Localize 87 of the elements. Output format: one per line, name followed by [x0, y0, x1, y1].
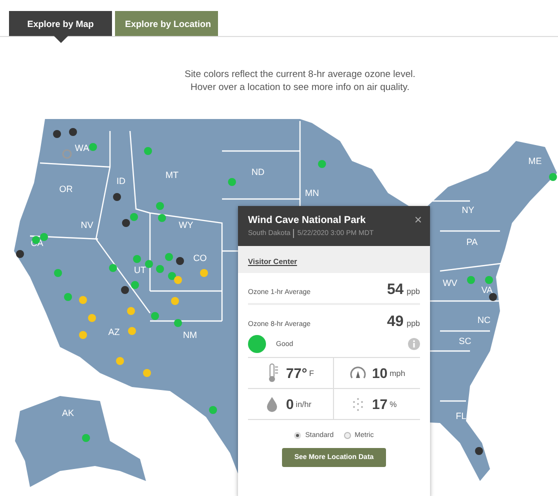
site-dot[interactable] — [131, 281, 139, 289]
site-dot[interactable] — [549, 173, 557, 181]
site-dot[interactable] — [174, 319, 182, 327]
site-dot[interactable] — [16, 250, 24, 258]
site-dot[interactable] — [200, 269, 208, 277]
state-label: NV — [80, 220, 94, 230]
state-label: FL — [456, 411, 466, 421]
popup-title: Wind Cave National Park — [248, 214, 366, 226]
site-dot[interactable] — [82, 434, 90, 442]
caption-text: Hover over a location to see more info on air quality. — [190, 81, 410, 94]
state-label: SC — [458, 336, 472, 346]
weather-value: 10 — [372, 365, 388, 381]
site-dot[interactable] — [54, 269, 62, 277]
site-dot[interactable] — [176, 257, 184, 265]
site-dot[interactable] — [79, 296, 87, 304]
site-dot[interactable] — [127, 307, 135, 315]
site-dot[interactable] — [144, 147, 152, 155]
site-dot[interactable] — [133, 255, 141, 263]
state-label: MT — [166, 170, 178, 180]
state-label: MN — [305, 188, 319, 198]
site-dot[interactable] — [158, 214, 166, 222]
state-label: AZ — [108, 327, 120, 337]
site-dot[interactable] — [165, 253, 173, 261]
state-label: CO — [193, 253, 207, 263]
site-dot[interactable] — [109, 264, 117, 272]
state-label: NC — [478, 315, 490, 325]
weather-unit: in/hr — [296, 400, 312, 408]
state-label: OR — [59, 184, 73, 194]
reading-unit: ppb — [406, 319, 420, 328]
site-dot[interactable] — [485, 276, 493, 284]
state-label: WY — [178, 220, 194, 230]
site-dot[interactable] — [88, 314, 96, 322]
site-dot[interactable] — [130, 213, 138, 221]
site-dot[interactable] — [151, 312, 159, 320]
tab-pointer-icon — [54, 36, 68, 43]
weather-unit: mph — [390, 368, 406, 378]
state-label: WA — [74, 143, 90, 153]
site-dot[interactable] — [174, 276, 182, 284]
state-label: ME — [528, 156, 542, 166]
state-label: NY — [462, 205, 474, 215]
reading-unit: ppb — [406, 287, 420, 296]
weather-value: 0 — [286, 396, 294, 412]
site-dot[interactable] — [228, 178, 236, 186]
site-dot[interactable] — [467, 276, 475, 284]
site-dot[interactable] — [40, 233, 48, 241]
tab[interactable]: Explore by Location — [115, 11, 218, 36]
state-label: NM — [183, 330, 197, 340]
reading-value: 49 — [386, 313, 404, 330]
site-dot[interactable] — [121, 286, 129, 294]
close-button[interactable]: × — [414, 214, 422, 226]
weather-unit: F — [309, 368, 314, 378]
site-dot[interactable] — [489, 293, 497, 301]
weather-value: 77° — [286, 365, 308, 381]
radio-button[interactable] — [294, 432, 302, 439]
site-dot[interactable] — [62, 149, 72, 159]
weather-value: 17 — [372, 396, 388, 412]
site-dot[interactable] — [475, 447, 483, 455]
caption-text: Site colors reflect the current 8-hr average ozone level. — [184, 68, 416, 81]
site-dot[interactable] — [168, 272, 176, 280]
info-icon[interactable] — [408, 338, 420, 350]
site-dot[interactable] — [113, 193, 121, 201]
site-dot[interactable] — [209, 406, 217, 414]
site-dot[interactable] — [156, 202, 164, 210]
site-dot[interactable] — [171, 297, 179, 305]
site-dot[interactable] — [79, 331, 87, 339]
state-label: VA — [481, 285, 493, 295]
state-label: ID — [116, 176, 126, 186]
site-dot[interactable] — [89, 143, 97, 151]
weather-unit: % — [390, 400, 397, 408]
site-dot[interactable] — [53, 130, 61, 138]
site-dot[interactable] — [128, 327, 136, 335]
state-label: AK — [62, 408, 74, 418]
site-dot[interactable] — [64, 293, 72, 301]
state-label: UT — [134, 265, 146, 275]
site-dot[interactable] — [318, 160, 326, 168]
state-label: ND — [252, 167, 264, 177]
radio-button[interactable] — [344, 432, 351, 439]
reading-value: 54 — [386, 281, 404, 298]
state-label: WV — [442, 278, 458, 288]
site-dot[interactable] — [156, 265, 164, 273]
site-dot[interactable] — [143, 369, 151, 377]
site-dot[interactable] — [145, 260, 153, 268]
site-dot[interactable] — [122, 219, 130, 227]
site-dot[interactable] — [69, 128, 77, 136]
tab[interactable]: Explore by Map — [9, 11, 112, 36]
state-label: PA — [466, 237, 478, 247]
site-dot[interactable] — [116, 357, 124, 365]
